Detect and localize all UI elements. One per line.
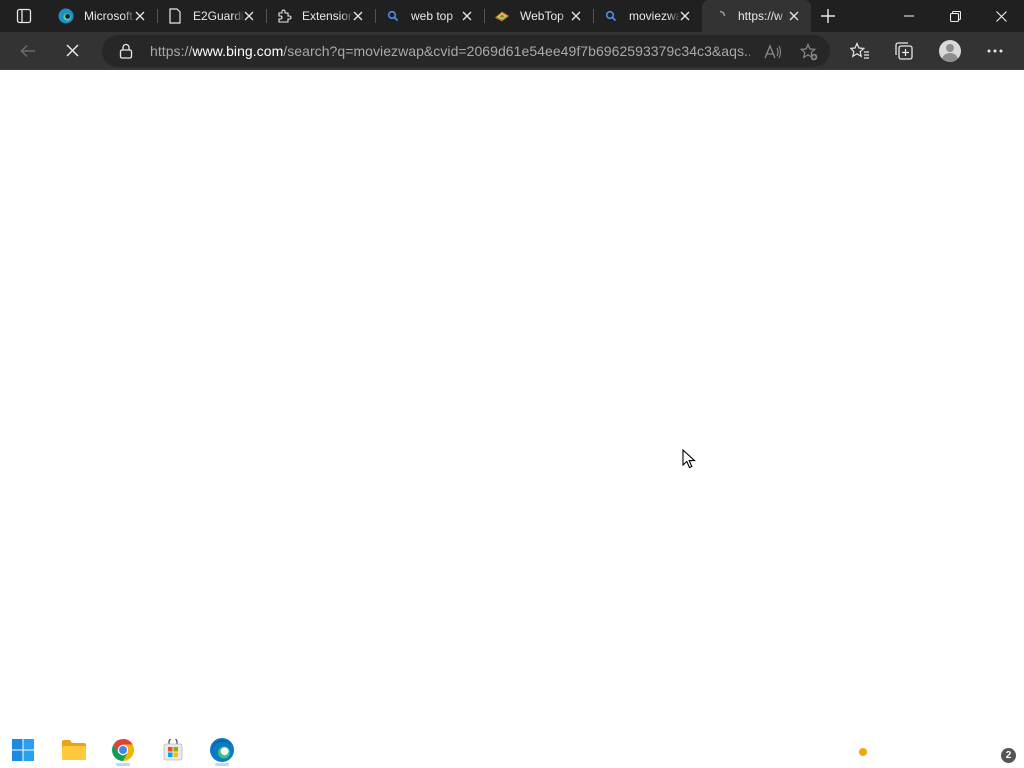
url-host: www.bing.com [192, 43, 284, 59]
restore-button[interactable] [932, 0, 978, 32]
back-button[interactable] [8, 35, 48, 67]
loading-spinner-icon [712, 8, 728, 24]
tab-e2guardian[interactable]: E2Guardian [157, 0, 266, 32]
back-arrow-icon [20, 44, 35, 57]
tab-close-icon[interactable] [787, 9, 801, 23]
tab-microsoft[interactable]: Microsoft [48, 0, 157, 32]
plus-icon [821, 9, 835, 23]
read-aloud-icon[interactable] [764, 43, 782, 61]
tab-close-icon[interactable] [460, 9, 474, 23]
add-favorite-icon[interactable] [800, 43, 818, 61]
document-icon [167, 8, 183, 24]
edge-icon [58, 8, 74, 24]
webtop-logo-icon [494, 8, 510, 24]
tab-title: E2Guardian [193, 9, 245, 23]
start-button[interactable] [6, 733, 40, 767]
tab-webtop[interactable]: WebTop [484, 0, 593, 32]
page-content [0, 71, 1024, 730]
running-indicator [116, 763, 130, 766]
lock-icon[interactable] [118, 43, 134, 59]
tab-active-loading[interactable]: https://w [702, 0, 811, 32]
tab-title: https://w [738, 9, 783, 23]
close-icon [65, 44, 79, 57]
taskbar-chrome[interactable] [106, 733, 140, 767]
chrome-icon [112, 739, 134, 761]
tab-title: Microsoft [84, 9, 133, 23]
puzzle-icon [276, 8, 292, 24]
tab-title: Extensions [302, 9, 354, 23]
tab-close-icon[interactable] [133, 9, 147, 23]
edge-icon [210, 738, 234, 762]
tab-close-icon[interactable] [569, 9, 583, 23]
taskbar-file-explorer[interactable] [57, 733, 91, 767]
tray-status-dot[interactable] [859, 748, 867, 756]
tab-extensions[interactable]: Extensions [266, 0, 375, 32]
tab-title: WebTop [520, 9, 564, 23]
tab-web-top[interactable]: web top [375, 0, 484, 32]
search-icon [385, 8, 401, 24]
tab-actions-icon [16, 8, 32, 24]
tab-actions-button[interactable] [0, 0, 48, 32]
taskbar-microsoft-store[interactable] [156, 733, 190, 767]
tab-moviezwap[interactable]: moviezwap [593, 0, 702, 32]
url-path: /search?q=moviezwap&cvid=2069d61e54ee49f… [283, 43, 750, 59]
stop-loading-button[interactable] [52, 35, 92, 67]
url-scheme: https:// [150, 43, 193, 59]
microsoft-store-icon [163, 739, 183, 761]
tab-title: web top [411, 9, 454, 23]
address-bar[interactable]: https://www.bing.com/search?q=moviezwap&… [102, 35, 830, 67]
tab-close-icon[interactable] [242, 9, 256, 23]
profile-avatar[interactable] [939, 40, 961, 62]
notification-count-badge[interactable]: 2 [1001, 748, 1016, 763]
window-controls [886, 0, 1024, 32]
tab-close-icon[interactable] [351, 9, 365, 23]
collections-icon[interactable] [893, 40, 915, 62]
minimize-icon [904, 15, 914, 17]
tab-strip: Microsoft E2Guardian Extensions web top [0, 0, 1024, 32]
search-icon [603, 8, 619, 24]
taskbar: 2 [0, 730, 1024, 768]
tab-close-icon[interactable] [678, 9, 692, 23]
file-explorer-icon [62, 740, 86, 760]
browser-toolbar: https://www.bing.com/search?q=moviezwap&… [0, 32, 1024, 70]
running-indicator [215, 763, 229, 766]
start-icon [12, 739, 34, 761]
tab-title: moviezwap [629, 9, 681, 23]
taskbar-edge[interactable] [205, 733, 239, 767]
close-window-button[interactable] [978, 0, 1024, 32]
restore-icon [949, 10, 961, 22]
new-tab-button[interactable] [811, 0, 845, 32]
minimize-button[interactable] [886, 0, 932, 32]
favorites-icon[interactable] [849, 40, 871, 62]
mouse-cursor-icon [682, 449, 696, 469]
url-text[interactable]: https://www.bing.com/search?q=moviezwap&… [150, 43, 750, 59]
close-icon [995, 10, 1007, 22]
more-options-icon[interactable] [984, 40, 1006, 62]
